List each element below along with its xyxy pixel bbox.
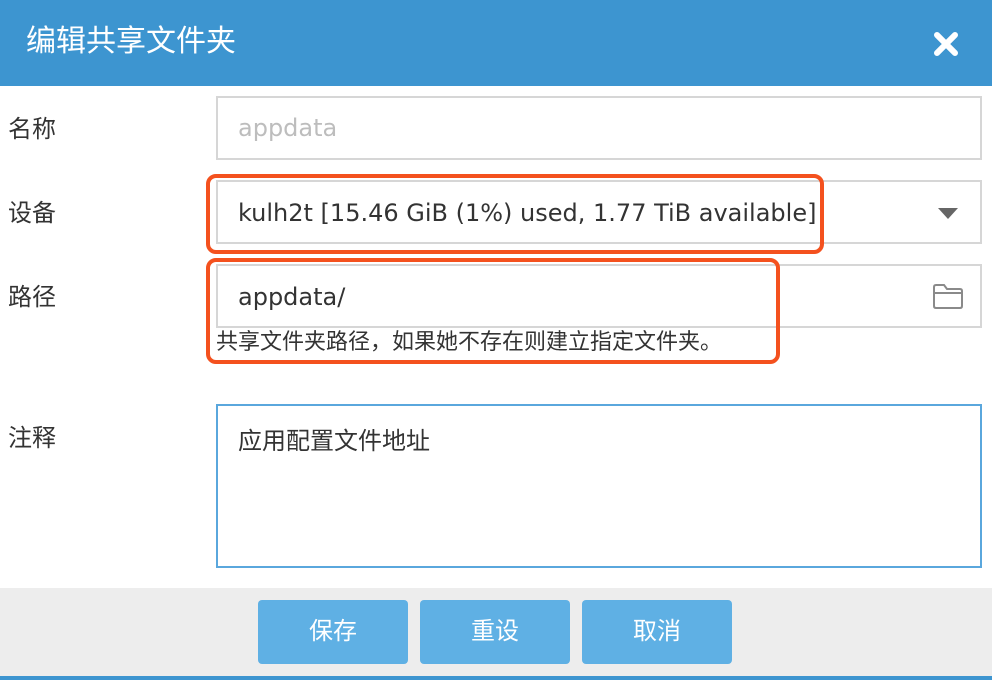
device-selected-value: kulh2t [15.46 GiB (1%) used, 1.77 TiB av… — [238, 199, 817, 227]
close-button[interactable] — [928, 26, 964, 62]
dialog-footer: 保存 重设 取消 — [0, 588, 992, 680]
path-hint: 共享文件夹路径，如果她不存在则建立指定文件夹。 — [216, 330, 723, 355]
dialog-title: 编辑共享文件夹 — [26, 24, 236, 59]
name-input[interactable] — [218, 98, 980, 158]
path-input-value: appdata/ — [238, 283, 346, 311]
device-label: 设备 — [8, 199, 56, 227]
folder-icon[interactable] — [932, 282, 964, 310]
cancel-button[interactable]: 取消 — [582, 600, 732, 664]
close-icon — [934, 32, 958, 56]
name-field[interactable] — [216, 96, 982, 160]
comment-label: 注释 — [8, 424, 56, 452]
chevron-down-icon — [938, 208, 958, 219]
device-select[interactable]: kulh2t [15.46 GiB (1%) used, 1.77 TiB av… — [216, 180, 982, 244]
comment-textarea[interactable]: 应用配置文件地址 — [216, 404, 982, 568]
save-button[interactable]: 保存 — [258, 600, 408, 664]
name-label: 名称 — [8, 115, 56, 143]
path-field[interactable]: appdata/ — [216, 264, 982, 328]
dialog-header: 编辑共享文件夹 — [0, 0, 992, 86]
reset-button[interactable]: 重设 — [420, 600, 570, 664]
path-label: 路径 — [8, 283, 56, 311]
